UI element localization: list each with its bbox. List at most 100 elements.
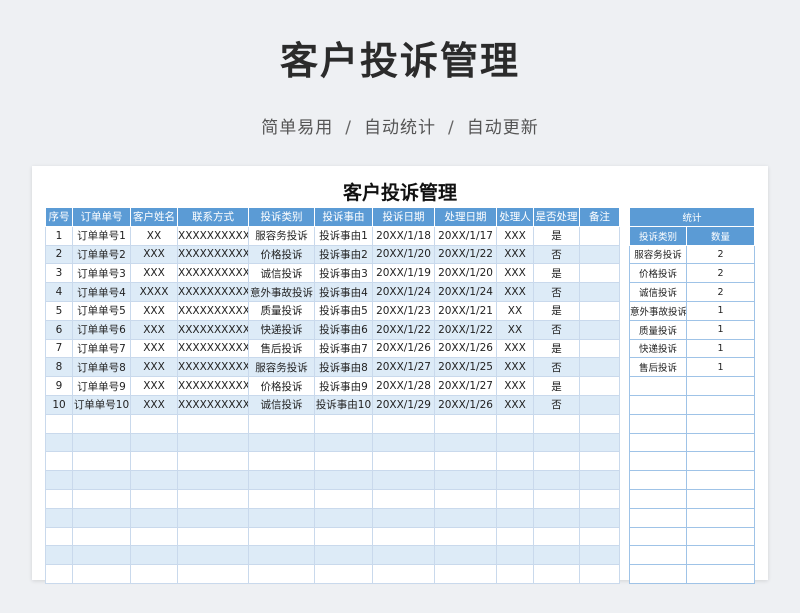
table-cell[interactable] — [248, 526, 315, 547]
table-cell[interactable]: 价格投诉 — [248, 376, 315, 396]
table-cell[interactable] — [372, 564, 435, 584]
table-cell[interactable] — [579, 357, 620, 378]
table-cell[interactable]: 20XX/1/22 — [372, 319, 435, 340]
table-cell[interactable] — [579, 300, 620, 321]
table-cell[interactable] — [45, 451, 73, 472]
table-cell[interactable]: 订单单号10 — [72, 394, 131, 415]
table-cell[interactable]: XXX — [130, 300, 178, 321]
table-cell[interactable]: 投诉事由1 — [314, 225, 373, 246]
table-cell[interactable]: 是 — [533, 225, 580, 246]
table-cell[interactable] — [314, 507, 373, 528]
table-cell[interactable]: XXXX — [130, 282, 178, 302]
table-cell[interactable] — [496, 432, 534, 453]
table-cell[interactable] — [72, 413, 131, 434]
table-cell[interactable] — [45, 470, 73, 490]
stats-cell[interactable] — [685, 451, 756, 472]
table-cell[interactable]: 投诉事由9 — [314, 376, 373, 396]
table-cell[interactable]: XXX — [130, 394, 178, 415]
stats-cell[interactable] — [629, 376, 687, 396]
table-cell[interactable] — [372, 432, 435, 453]
stats-cell[interactable]: 意外事故投诉 — [629, 300, 687, 321]
table-cell[interactable]: 投诉事由10 — [314, 394, 373, 415]
stats-cell[interactable] — [685, 413, 756, 434]
table-cell[interactable]: 投诉事由4 — [314, 282, 373, 302]
table-cell[interactable] — [248, 545, 315, 566]
table-cell[interactable]: XXXXXXXXXX — [177, 282, 249, 302]
table-cell[interactable] — [533, 488, 580, 509]
table-cell[interactable] — [45, 432, 73, 453]
table-cell[interactable]: 是 — [533, 376, 580, 396]
table-cell[interactable] — [434, 470, 497, 490]
table-cell[interactable] — [248, 432, 315, 453]
table-cell[interactable]: 20XX/1/26 — [434, 394, 497, 415]
table-cell[interactable] — [177, 470, 249, 490]
table-cell[interactable]: 订单单号8 — [72, 357, 131, 378]
table-cell[interactable]: 20XX/1/29 — [372, 394, 435, 415]
stats-cell[interactable] — [685, 432, 756, 453]
table-cell[interactable] — [130, 488, 178, 509]
table-cell[interactable]: XXX — [130, 244, 178, 265]
table-cell[interactable] — [372, 451, 435, 472]
table-cell[interactable] — [372, 488, 435, 509]
table-cell[interactable] — [177, 432, 249, 453]
table-cell[interactable]: 价格投诉 — [248, 244, 315, 265]
table-cell[interactable] — [314, 413, 373, 434]
table-cell[interactable] — [579, 244, 620, 265]
table-cell[interactable]: 订单单号6 — [72, 319, 131, 340]
table-cell[interactable] — [248, 564, 315, 584]
table-cell[interactable] — [434, 564, 497, 584]
stats-cell[interactable] — [629, 394, 687, 415]
table-cell[interactable] — [130, 507, 178, 528]
table-cell[interactable] — [533, 564, 580, 584]
table-cell[interactable]: 20XX/1/19 — [372, 263, 435, 284]
table-cell[interactable] — [130, 413, 178, 434]
table-cell[interactable] — [579, 432, 620, 453]
table-cell[interactable]: XXXXXXXXXX — [177, 338, 249, 359]
table-cell[interactable] — [72, 564, 131, 584]
table-cell[interactable]: 2 — [45, 244, 73, 265]
table-cell[interactable]: 20XX/1/24 — [434, 282, 497, 302]
table-cell[interactable] — [496, 564, 534, 584]
table-cell[interactable]: XXX — [130, 319, 178, 340]
table-cell[interactable]: 6 — [45, 319, 73, 340]
table-cell[interactable]: 订单单号4 — [72, 282, 131, 302]
stats-cell[interactable] — [685, 526, 756, 547]
table-cell[interactable]: XXXXXXXXXX — [177, 225, 249, 246]
table-cell[interactable] — [314, 451, 373, 472]
table-cell[interactable] — [130, 470, 178, 490]
table-cell[interactable] — [533, 470, 580, 490]
table-cell[interactable] — [72, 470, 131, 490]
table-cell[interactable] — [533, 451, 580, 472]
table-cell[interactable] — [372, 526, 435, 547]
stats-cell[interactable]: 1 — [685, 300, 756, 321]
table-cell[interactable] — [130, 451, 178, 472]
table-cell[interactable]: 否 — [533, 357, 580, 378]
table-cell[interactable]: 8 — [45, 357, 73, 378]
table-cell[interactable]: 否 — [533, 394, 580, 415]
stats-cell[interactable] — [629, 413, 687, 434]
table-cell[interactable] — [177, 526, 249, 547]
table-cell[interactable]: 20XX/1/20 — [372, 244, 435, 265]
table-cell[interactable] — [434, 432, 497, 453]
table-cell[interactable] — [434, 507, 497, 528]
table-cell[interactable]: XXX — [130, 376, 178, 396]
table-cell[interactable]: 订单单号5 — [72, 300, 131, 321]
table-cell[interactable] — [533, 432, 580, 453]
table-cell[interactable] — [72, 526, 131, 547]
table-cell[interactable]: 订单单号1 — [72, 225, 131, 246]
table-cell[interactable] — [314, 545, 373, 566]
table-cell[interactable] — [45, 488, 73, 509]
table-cell[interactable]: 是 — [533, 338, 580, 359]
table-cell[interactable]: 9 — [45, 376, 73, 396]
stats-cell[interactable]: 2 — [685, 263, 756, 284]
table-cell[interactable] — [579, 470, 620, 490]
table-cell[interactable] — [314, 470, 373, 490]
table-cell[interactable]: 订单单号3 — [72, 263, 131, 284]
table-cell[interactable]: 20XX/1/22 — [434, 244, 497, 265]
table-cell[interactable]: 20XX/1/22 — [434, 319, 497, 340]
stats-cell[interactable]: 1 — [685, 319, 756, 340]
table-cell[interactable]: XXX — [496, 376, 534, 396]
table-cell[interactable]: 20XX/1/21 — [434, 300, 497, 321]
table-cell[interactable]: XX — [496, 319, 534, 340]
table-cell[interactable] — [248, 413, 315, 434]
